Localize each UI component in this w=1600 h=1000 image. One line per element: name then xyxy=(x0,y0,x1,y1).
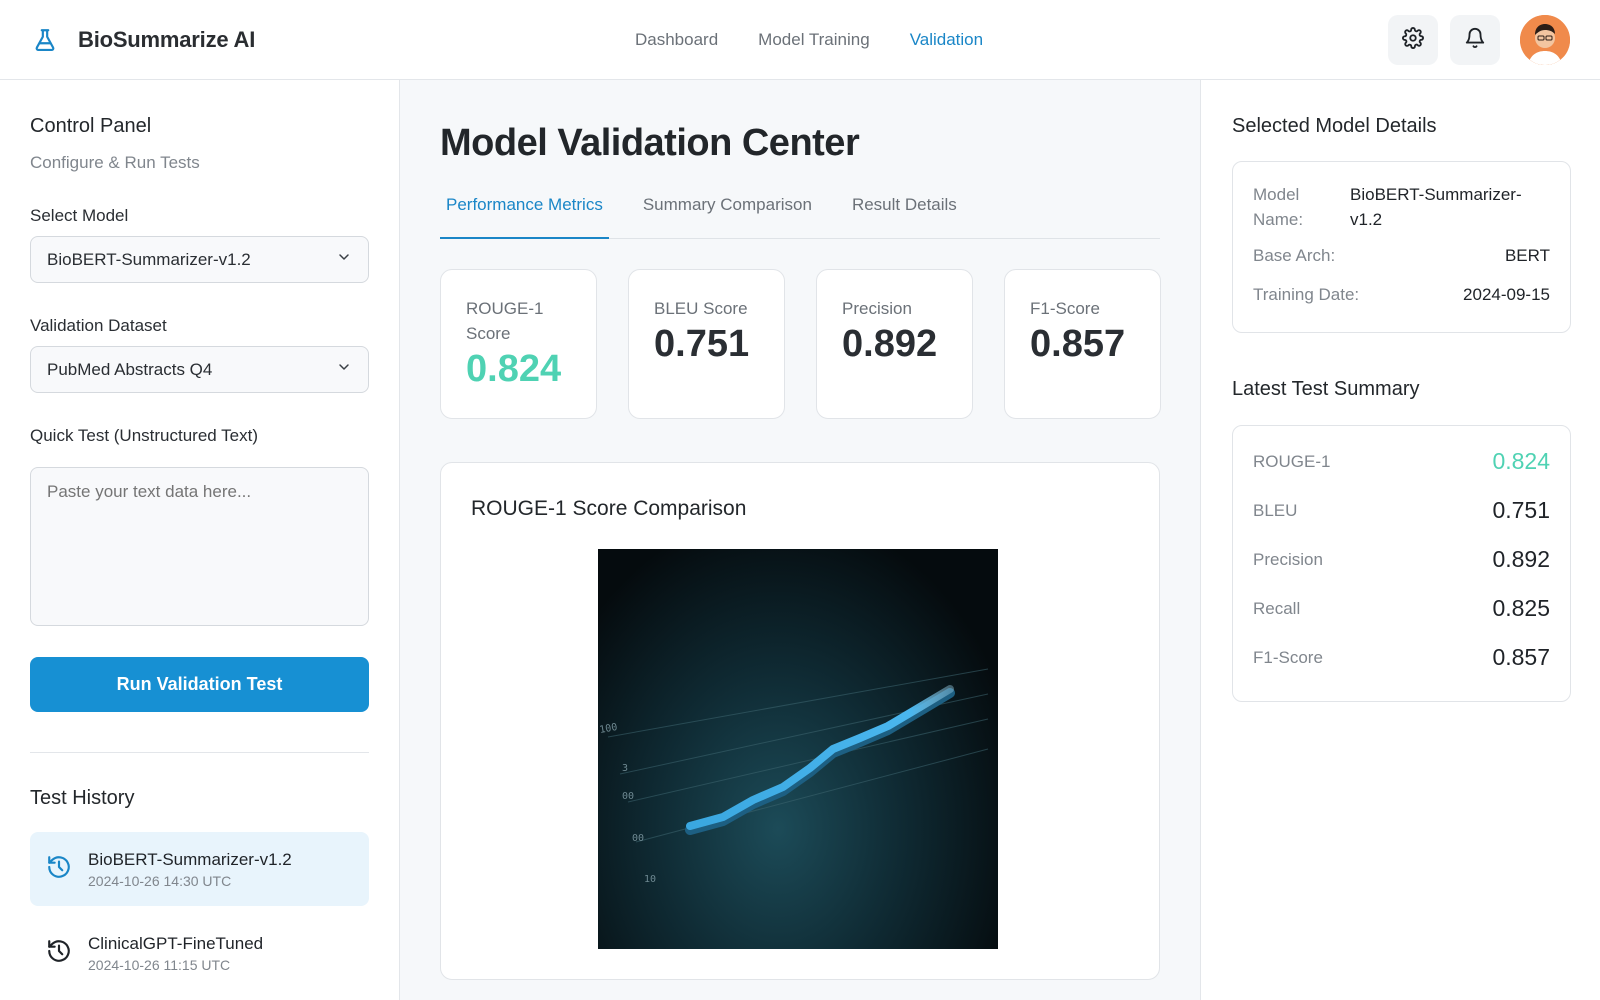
metric-card-f1: F1-Score 0.857 xyxy=(1004,269,1161,419)
history-title: Test History xyxy=(30,787,135,809)
summary-row-recall: Recall 0.825 xyxy=(1253,595,1550,622)
dataset-select[interactable]: PubMed Abstracts Q4 xyxy=(30,346,369,393)
chart-tick-label: 10 xyxy=(644,874,656,885)
history-item[interactable]: ClinicalGPT-FineTuned 2024-10-26 11:15 U… xyxy=(30,916,369,990)
tab-result-details[interactable]: Result Details xyxy=(846,189,963,239)
summary-key: Recall xyxy=(1253,598,1301,618)
detail-value: BioBERT-Summarizer-v1.2 xyxy=(1350,185,1522,229)
metric-label: F1-Score xyxy=(1030,299,1100,318)
chart-image: 100 3 00 00 10 xyxy=(598,549,998,949)
metric-value: 0.857 xyxy=(1030,323,1126,365)
latest-summary-card: ROUGE-1 0.824 BLEU 0.751 Precision 0.892… xyxy=(1232,425,1571,702)
control-panel: Control Panel Configure & Run Tests Sele… xyxy=(0,80,400,1000)
model-select-label: Select Model xyxy=(30,206,129,225)
metric-value: 0.892 xyxy=(842,323,938,365)
history-icon xyxy=(46,938,72,969)
page-title: Model Validation Center xyxy=(440,122,860,164)
metric-card-rouge1: ROUGE-1 Score 0.824 xyxy=(440,269,597,419)
history-item-time: 2024-10-26 11:15 UTC xyxy=(88,956,231,973)
tab-bar: Performance Metrics Summary Comparison R… xyxy=(440,189,1160,239)
summary-value: 0.751 xyxy=(1492,497,1550,523)
panel-title: Control Panel xyxy=(30,115,152,137)
summary-row-precision: Precision 0.892 xyxy=(1253,546,1550,573)
summary-key: ROUGE-1 xyxy=(1253,451,1331,471)
history-item-name: ClinicalGPT-FineTuned xyxy=(88,933,264,953)
metric-value: 0.751 xyxy=(654,323,750,365)
summary-key: BLEU xyxy=(1253,500,1298,520)
metric-card-precision: Precision 0.892 xyxy=(816,269,973,419)
summary-value: 0.825 xyxy=(1492,595,1550,621)
gear-icon xyxy=(1402,26,1424,54)
dataset-select-label: Validation Dataset xyxy=(30,316,167,335)
model-select[interactable]: BioBERT-Summarizer-v1.2 xyxy=(30,236,369,283)
summary-key: Precision xyxy=(1253,549,1323,569)
history-icon xyxy=(46,854,72,885)
app-name: BioSummarize AI xyxy=(78,27,256,52)
chart-tick-label: 00 xyxy=(622,791,634,802)
detail-key: Training Date: xyxy=(1253,285,1360,304)
metric-label: BLEU Score xyxy=(654,299,748,318)
chart-tick-label: 3 xyxy=(622,763,628,774)
metric-label: ROUGE-1 Score xyxy=(466,299,544,343)
metric-label: Precision xyxy=(842,299,912,318)
chart-tick-label: 100 xyxy=(599,722,619,736)
detail-row-training-date: Training Date: 2024-09-15 xyxy=(1253,285,1550,305)
bell-icon xyxy=(1464,27,1486,54)
selected-model-title: Selected Model Details xyxy=(1232,115,1437,137)
notifications-button[interactable] xyxy=(1450,15,1500,65)
dataset-select-value: PubMed Abstracts Q4 xyxy=(47,359,213,379)
tab-summary-comparison[interactable]: Summary Comparison xyxy=(637,189,818,239)
summary-key: F1-Score xyxy=(1253,647,1323,667)
details-panel: Selected Model Details Model Name: BioBE… xyxy=(1200,80,1600,1000)
panel-subtitle: Configure & Run Tests xyxy=(30,153,200,172)
metric-card-bleu: BLEU Score 0.751 xyxy=(628,269,785,419)
metric-value: 0.824 xyxy=(466,348,562,390)
nav-model-training[interactable]: Model Training xyxy=(758,30,870,50)
chevron-down-icon xyxy=(336,249,352,270)
summary-value: 0.824 xyxy=(1492,448,1550,474)
brand[interactable]: BioSummarize AI xyxy=(30,0,255,80)
summary-row-f1: F1-Score 0.857 xyxy=(1253,644,1550,671)
history-item-name: BioBERT-Summarizer-v1.2 xyxy=(88,849,292,869)
chevron-down-icon xyxy=(336,359,352,380)
model-select-value: BioBERT-Summarizer-v1.2 xyxy=(47,249,251,269)
detail-key: Base Arch: xyxy=(1253,246,1336,265)
detail-row-model-name: Model Name: BioBERT-Summarizer-v1.2 xyxy=(1253,182,1550,232)
nav-dashboard[interactable]: Dashboard xyxy=(635,30,718,50)
summary-row-bleu: BLEU 0.751 xyxy=(1253,497,1550,524)
header-actions xyxy=(1388,15,1570,65)
divider xyxy=(30,752,369,753)
quick-test-input[interactable] xyxy=(30,467,369,626)
tab-performance-metrics[interactable]: Performance Metrics xyxy=(440,189,609,239)
settings-button[interactable] xyxy=(1388,15,1438,65)
main-nav: Dashboard Model Training Validation xyxy=(635,0,983,80)
history-item-time: 2024-10-26 14:30 UTC xyxy=(88,872,232,889)
run-validation-button[interactable]: Run Validation Test xyxy=(30,657,369,712)
summary-value: 0.892 xyxy=(1492,546,1550,572)
detail-key: Model Name: xyxy=(1253,185,1304,229)
flask-icon xyxy=(30,25,60,55)
chart-title: ROUGE-1 Score Comparison xyxy=(471,497,747,520)
quick-test-label: Quick Test (Unstructured Text) xyxy=(30,426,259,445)
detail-value: 2024-09-15 xyxy=(1463,285,1550,304)
avatar[interactable] xyxy=(1520,15,1570,65)
history-item[interactable]: BioBERT-Summarizer-v1.2 2024-10-26 14:30… xyxy=(30,832,369,906)
nav-validation[interactable]: Validation xyxy=(910,30,983,50)
summary-value: 0.857 xyxy=(1492,644,1550,670)
top-bar: BioSummarize AI Dashboard Model Training… xyxy=(0,0,1600,80)
chart-card: ROUGE-1 Score Comparison 100 3 00 00 10 xyxy=(440,462,1160,980)
model-details-card: Model Name: BioBERT-Summarizer-v1.2 Base… xyxy=(1232,161,1571,333)
detail-row-base-arch: Base Arch: BERT xyxy=(1253,246,1550,266)
detail-value: BERT xyxy=(1504,246,1550,265)
chart-tick-label: 00 xyxy=(632,833,644,844)
main-content: Model Validation Center Performance Metr… xyxy=(400,80,1200,1000)
summary-row-rouge1: ROUGE-1 0.824 xyxy=(1253,448,1550,475)
latest-summary-title: Latest Test Summary xyxy=(1232,378,1420,400)
